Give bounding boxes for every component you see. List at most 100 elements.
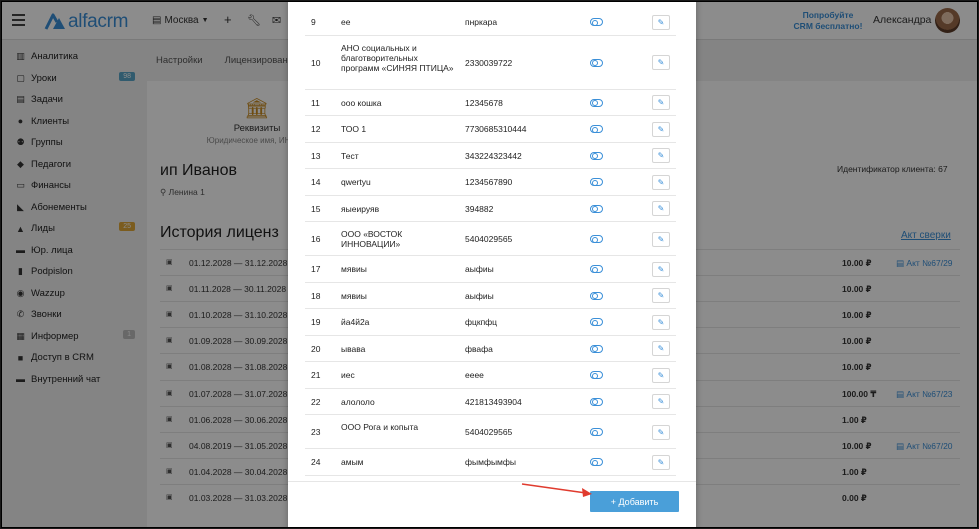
edit-icon[interactable]: ✎ bbox=[652, 121, 670, 137]
toggle-icon[interactable] bbox=[590, 428, 603, 436]
entity-name: иес bbox=[341, 370, 355, 381]
edit-icon[interactable]: ✎ bbox=[652, 424, 670, 440]
edit-icon[interactable]: ✎ bbox=[652, 261, 670, 277]
entity-inn: 343224323442 bbox=[465, 150, 522, 161]
toggle-icon[interactable] bbox=[590, 204, 603, 213]
legal-entity-row: 13 Тест 343224323442 ✎ bbox=[305, 143, 676, 169]
toggle-icon[interactable] bbox=[590, 178, 603, 187]
edit-icon[interactable]: ✎ bbox=[652, 314, 670, 330]
edit-icon[interactable]: ✎ bbox=[652, 55, 670, 70]
entity-inn: пнркара bbox=[465, 17, 498, 28]
legal-entity-row: 18 мявиы аыфиы ✎ bbox=[305, 283, 676, 309]
row-number: 17 bbox=[311, 264, 321, 275]
edit-icon[interactable]: ✎ bbox=[652, 201, 670, 217]
edit-icon[interactable]: ✎ bbox=[652, 288, 670, 304]
legal-entity-row: 16 ООО «ВОСТОК ИННОВАЦИИ» 5404029565 ✎ bbox=[305, 222, 676, 256]
legal-entity-row: 19 йа4й2а фцкпфц ✎ bbox=[305, 309, 676, 336]
entity-name: qwertyu bbox=[341, 177, 371, 188]
entity-name: амым bbox=[341, 457, 364, 468]
edit-icon[interactable]: ✎ bbox=[652, 14, 670, 30]
row-number: 10 bbox=[311, 57, 321, 68]
toggle-icon[interactable] bbox=[590, 371, 603, 380]
legal-entity-row: 22 алололо 421813493904 ✎ bbox=[305, 389, 676, 415]
toggle-icon[interactable] bbox=[590, 18, 603, 27]
entity-inn: 12345678 bbox=[465, 97, 503, 108]
row-number: 23 bbox=[311, 427, 321, 437]
toggle-icon[interactable] bbox=[590, 235, 603, 243]
legal-entity-row: 15 яыеируяв 394882 ✎ bbox=[305, 196, 676, 222]
add-button[interactable]: + Добавить bbox=[590, 491, 679, 512]
entity-inn: аыфиы bbox=[465, 290, 494, 301]
legal-entity-row: 11 ооо кошка 12345678 ✎ bbox=[305, 90, 676, 116]
edit-icon[interactable]: ✎ bbox=[652, 231, 670, 247]
edit-icon[interactable]: ✎ bbox=[652, 174, 670, 190]
entity-inn: аыфиы bbox=[465, 264, 494, 275]
row-number: 19 bbox=[311, 317, 321, 328]
entity-name: йа4й2а bbox=[341, 317, 370, 328]
entity-name: ООО Рога и копыта bbox=[341, 422, 419, 432]
legal-entity-row: 23 ООО Рога и копыта 5404029565 ✎ bbox=[305, 415, 676, 449]
entity-name: Тест bbox=[341, 150, 359, 161]
entity-name: алололо bbox=[341, 396, 375, 407]
entity-inn: 421813493904 bbox=[465, 396, 522, 407]
entity-name: ооо кошка bbox=[341, 97, 382, 108]
row-number: 24 bbox=[311, 457, 321, 468]
legal-entity-row: 10 АНО социальных и благотворительных про… bbox=[305, 36, 676, 90]
row-number: 22 bbox=[311, 396, 321, 407]
edit-icon[interactable]: ✎ bbox=[652, 148, 670, 164]
edit-icon[interactable]: ✎ bbox=[652, 394, 670, 410]
modal-footer-divider bbox=[288, 481, 696, 482]
toggle-icon[interactable] bbox=[590, 344, 603, 353]
legal-entity-row: 12 ТОО 1 7730685310444 ✎ bbox=[305, 116, 676, 143]
entity-name: АНО социальных и благотворительных прогр… bbox=[341, 42, 454, 73]
app-window: alfacrm ▤ Москва ▼ + 🔧︎ ✉ Попробуйте CRM… bbox=[1, 1, 978, 528]
toggle-icon[interactable] bbox=[590, 397, 603, 406]
toggle-icon[interactable] bbox=[590, 291, 603, 300]
entity-name: мявиы bbox=[341, 290, 367, 301]
toggle-icon[interactable] bbox=[590, 151, 603, 160]
edit-icon[interactable]: ✎ bbox=[652, 367, 670, 383]
entity-inn: ееее bbox=[465, 370, 484, 381]
row-number: 13 bbox=[311, 150, 321, 161]
entity-name: ывава bbox=[341, 343, 366, 354]
row-number: 9 bbox=[311, 17, 316, 28]
legal-entity-row: 14 qwertyu 1234567890 ✎ bbox=[305, 169, 676, 196]
edit-icon[interactable]: ✎ bbox=[652, 341, 670, 357]
edit-icon[interactable]: ✎ bbox=[652, 454, 670, 470]
row-number: 11 bbox=[311, 97, 320, 108]
entity-name: мявиы bbox=[341, 264, 367, 275]
entity-name: ее bbox=[341, 17, 351, 28]
legal-entity-row: 20 ывава фвафа ✎ bbox=[305, 336, 676, 362]
toggle-icon[interactable] bbox=[590, 58, 603, 67]
entity-name: ТОО 1 bbox=[341, 124, 367, 135]
toggle-icon[interactable] bbox=[590, 458, 603, 467]
row-number: 14 bbox=[311, 177, 321, 188]
toggle-icon[interactable] bbox=[590, 318, 603, 327]
legal-entity-row: 9 ее пнркара ✎ bbox=[305, 9, 676, 36]
legal-entity-row: 21 иес ееее ✎ bbox=[305, 362, 676, 389]
toggle-icon[interactable] bbox=[590, 98, 603, 107]
legal-entity-row: 24 амым фымфымфы ✎ bbox=[305, 449, 676, 476]
entity-inn: фцкпфц bbox=[465, 317, 498, 328]
entity-inn: 5404029565 bbox=[465, 234, 513, 244]
entity-inn: фымфымфы bbox=[465, 457, 516, 468]
edit-icon[interactable]: ✎ bbox=[652, 95, 670, 111]
entity-inn: 5404029565 bbox=[465, 427, 513, 437]
entity-inn: фвафа bbox=[465, 343, 493, 354]
entity-inn: 1234567890 bbox=[465, 177, 513, 188]
entity-inn: 7730685310444 bbox=[465, 124, 527, 135]
entity-name: ООО «ВОСТОК ИННОВАЦИИ» bbox=[341, 229, 403, 249]
row-number: 16 bbox=[311, 234, 321, 244]
entity-name: яыеируяв bbox=[341, 203, 380, 214]
row-number: 15 bbox=[311, 203, 321, 214]
row-number: 12 bbox=[311, 124, 321, 135]
row-number: 21 bbox=[311, 370, 321, 381]
entity-inn: 394882 bbox=[465, 203, 494, 214]
row-number: 20 bbox=[311, 343, 321, 354]
row-number: 18 bbox=[311, 290, 321, 301]
toggle-icon[interactable] bbox=[590, 125, 603, 134]
legal-entities-modal: 9 ее пнркара ✎ 10 АНО социальных и благотвори… bbox=[288, 2, 696, 527]
toggle-icon[interactable] bbox=[590, 265, 603, 274]
legal-entity-row: 17 мявиы аыфиы ✎ bbox=[305, 256, 676, 283]
annotation-arrow bbox=[521, 483, 592, 497]
